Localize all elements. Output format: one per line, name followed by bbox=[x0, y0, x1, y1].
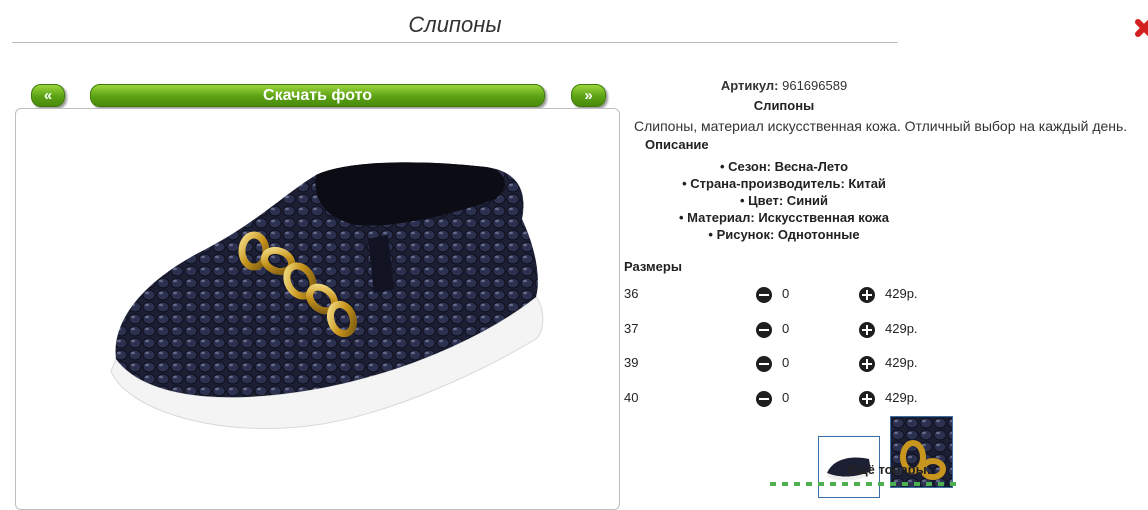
article-value: 961696589 bbox=[782, 78, 848, 93]
size-label: 40 bbox=[624, 390, 639, 405]
quantity-value: 0 bbox=[782, 286, 790, 301]
minus-circle-icon[interactable] bbox=[756, 356, 772, 372]
minus-circle-icon[interactable] bbox=[756, 391, 772, 407]
close-icon[interactable] bbox=[1134, 18, 1148, 42]
quantity-value: 0 bbox=[782, 390, 790, 405]
plus-circle-icon[interactable] bbox=[859, 356, 875, 372]
size-row: 39 0 429р. bbox=[622, 353, 962, 375]
plus-circle-icon[interactable] bbox=[859, 391, 875, 407]
more-goods-label: Ещё товары: bbox=[848, 462, 932, 477]
product-photo bbox=[15, 108, 620, 510]
prev-photo-button[interactable]: « bbox=[31, 84, 65, 107]
more-goods-links bbox=[770, 482, 960, 486]
feature-item: Цвет: Синий bbox=[622, 192, 946, 209]
description-heading: Описание bbox=[645, 137, 709, 152]
feature-item: Материал: Искусственная кожа bbox=[622, 209, 946, 226]
minus-circle-icon[interactable] bbox=[756, 322, 772, 338]
download-photo-button[interactable]: Скачать фото bbox=[90, 84, 545, 107]
price: 429р. bbox=[885, 355, 918, 370]
size-label: 37 bbox=[624, 321, 639, 336]
price: 429р. bbox=[885, 321, 918, 336]
price: 429р. bbox=[885, 286, 918, 301]
plus-circle-icon[interactable] bbox=[859, 287, 875, 303]
size-row: 36 0 429р. bbox=[622, 284, 962, 306]
product-description: Слипоны, материал искусственная кожа. От… bbox=[634, 118, 1128, 134]
size-row: 40 0 429р. bbox=[622, 388, 962, 410]
page-title: Слипоны bbox=[12, 10, 898, 43]
feature-item: Страна-производитель: Китай bbox=[622, 175, 946, 192]
article-line: Артикул: 961696589 bbox=[622, 78, 946, 93]
product-name: Слипоны bbox=[753, 98, 815, 113]
quantity-value: 0 bbox=[782, 321, 790, 336]
size-label: 39 bbox=[624, 355, 639, 370]
quantity-value: 0 bbox=[782, 355, 790, 370]
product-thumbnail-selected[interactable] bbox=[890, 416, 953, 488]
sizes-heading: Размеры bbox=[624, 259, 682, 274]
feature-item: Сезон: Весна-Лето bbox=[622, 158, 946, 175]
shoe-image bbox=[110, 162, 544, 429]
next-photo-button[interactable]: » bbox=[571, 84, 606, 107]
price: 429р. bbox=[885, 390, 918, 405]
features-list: Сезон: Весна-Лето Страна-производитель: … bbox=[622, 158, 946, 243]
minus-circle-icon[interactable] bbox=[756, 287, 772, 303]
size-label: 36 bbox=[624, 286, 639, 301]
plus-circle-icon[interactable] bbox=[859, 322, 875, 338]
feature-item: Рисунок: Однотонные bbox=[622, 226, 946, 243]
article-label: Артикул: bbox=[720, 78, 779, 93]
size-row: 37 0 429р. bbox=[622, 319, 962, 341]
